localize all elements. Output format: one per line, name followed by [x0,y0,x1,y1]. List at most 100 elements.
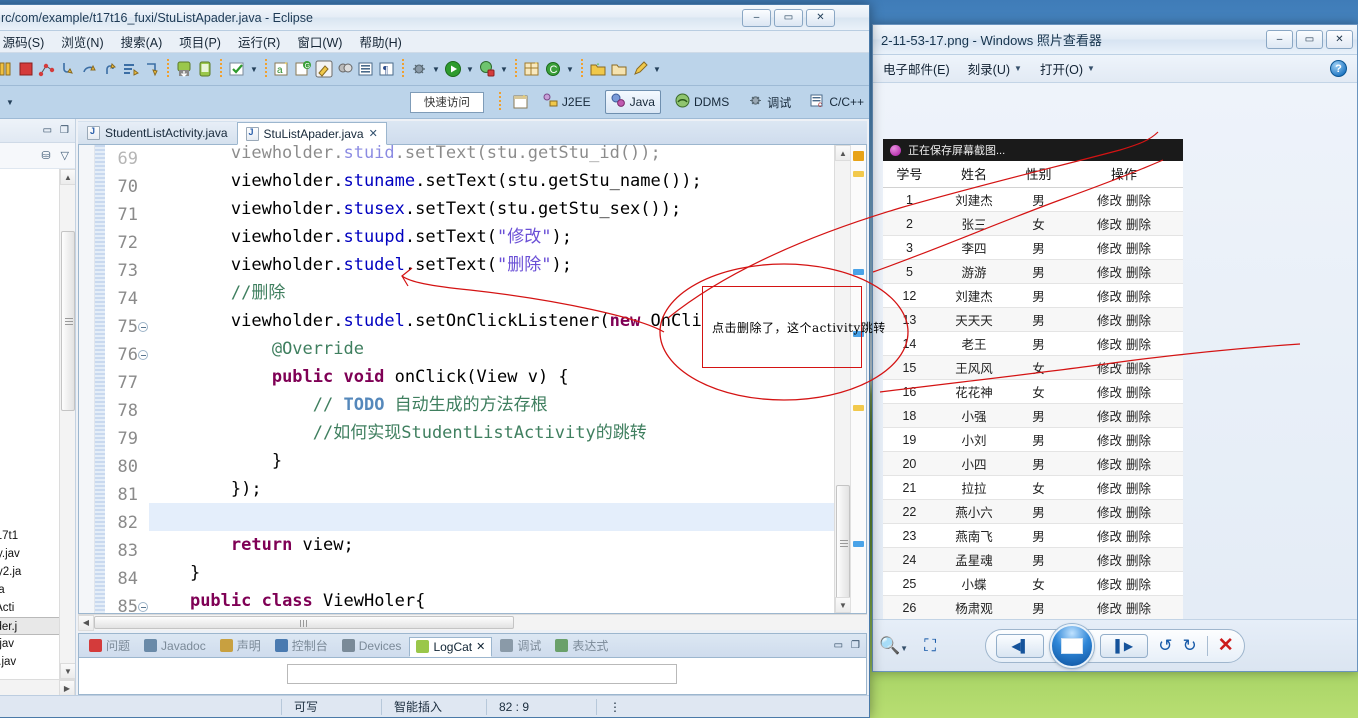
previous-button[interactable]: ◀▌ [996,633,1045,658]
chevron-down-icon[interactable]: ▼ [499,65,509,74]
refresh-icon[interactable]: C [544,60,562,78]
new-android-project-icon[interactable]: a [273,60,291,78]
menu-item-6[interactable]: 窗口(W) [297,32,342,51]
overview-ruler[interactable] [850,145,866,613]
scroll-right-arrow-icon[interactable]: ▶ [59,680,75,695]
slideshow-button[interactable] [1050,623,1095,668]
bottom-view-tab[interactable]: 声明 [214,635,267,656]
chevron-down-icon[interactable]: ▼ [249,65,259,74]
checkmark-icon[interactable] [228,60,246,78]
rotate-left-icon[interactable]: ↺ [1158,636,1172,656]
code-line[interactable]: return view; [149,531,834,559]
new-android-test-icon[interactable]: G [294,60,312,78]
zoom-icon[interactable]: 🔍▼ [879,636,908,656]
android-device-icon[interactable] [196,60,214,78]
quick-access-input[interactable]: 快速访问 [409,91,484,113]
editor-vscrollbar[interactable]: ▲ ▼ [834,145,851,613]
scroll-down-arrow-icon[interactable]: ▼ [835,597,851,613]
new-java-class-icon[interactable] [523,60,541,78]
step-into-icon[interactable] [59,60,77,78]
bottom-view-tab[interactable]: Devices [336,637,408,655]
bottom-view-tab[interactable]: Javadoc [138,637,212,655]
step-return-icon[interactable] [101,60,119,78]
pencil-icon[interactable] [631,60,649,78]
chevron-down-icon[interactable]: ▼ [5,98,15,107]
menu-item-1[interactable]: 源码(S) [3,32,45,51]
breakpoint-graph-icon[interactable] [38,60,56,78]
perspective--[interactable]: 调试 [743,91,796,113]
menu-item-open[interactable]: 打开(O) ▼ [1040,59,1095,78]
chevron-down-icon[interactable]: ▼ [652,65,662,74]
code-line[interactable]: } [149,447,834,475]
code-line[interactable]: viewholder.stuname.setText(stu.getStu_na… [149,167,834,195]
code-editor[interactable]: 697071727374757677787980818283848586 vie… [78,145,867,614]
bottom-view-tab[interactable]: LogCat ✕ [409,636,493,657]
open-folder2-icon[interactable] [610,60,628,78]
menu-item-email[interactable]: 电子邮件(E) [883,59,950,78]
close-icon[interactable]: ✕ [476,640,485,653]
menu-item-5[interactable]: 运行(R) [238,32,280,51]
code-line[interactable]: } [149,559,834,587]
package-explorer-vscrollbar[interactable]: ▲ ▼ [59,169,75,679]
link-with-editor-icon[interactable]: ⛁ [41,149,50,162]
code-line[interactable]: }); [149,475,834,503]
chevron-down-icon[interactable]: ▼ [565,65,575,74]
chevron-down-icon[interactable]: ▼ [465,65,475,74]
scroll-down-arrow-icon[interactable]: ▼ [60,663,75,679]
minimize-button[interactable]: – [742,8,771,27]
pause-icon[interactable] [0,60,14,78]
package-explorer-tree[interactable]: ple.t17t1ctivity.javctivity2.jan.javatLi… [0,169,75,695]
scroll-thumb[interactable] [94,616,514,629]
close-button[interactable]: ✕ [806,8,835,27]
delete-icon[interactable]: ✕ [1218,634,1234,657]
inspect-icon[interactable] [336,60,354,78]
paragraph-icon[interactable]: ¶ [378,60,396,78]
open-folder-icon[interactable] [589,60,607,78]
fit-to-window-icon[interactable]: ⛶ [924,636,936,656]
menu-item-4[interactable]: 项目(P) [179,32,221,51]
view-menu-icon[interactable]: ▽ [61,149,69,162]
editor-tab[interactable]: StuListApader.java ✕ [236,122,387,145]
editor-hscrollbar[interactable]: ◀ [78,614,867,631]
package-explorer-hscrollbar[interactable]: ▶ [0,679,75,695]
perspective-c-c-[interactable]: c C/C++ [805,91,869,113]
scroll-thumb[interactable] [836,485,850,600]
step-filters-icon[interactable] [122,60,140,78]
maximize-view-icon[interactable]: ❐ [60,125,69,136]
maximize-view-icon[interactable]: ❐ [851,640,860,651]
bottom-view-tab[interactable]: 控制台 [269,635,334,656]
step-over-icon[interactable] [80,60,98,78]
scroll-up-arrow-icon[interactable]: ▲ [835,145,851,161]
bottom-view-tab[interactable]: 调试 [494,635,547,656]
bottom-view-tab[interactable]: 表达式 [549,635,614,656]
scroll-up-arrow-icon[interactable]: ▲ [60,169,75,185]
menu-item-2[interactable]: 浏览(N) [61,32,103,51]
code-line[interactable]: viewholder.stuupd.setText("修改"); [149,223,834,251]
stop-icon[interactable] [17,60,35,78]
minimize-button[interactable]: – [1266,30,1293,49]
chevron-down-icon[interactable]: ▼ [431,65,441,74]
perspective-ddms[interactable]: DDMS [670,91,734,113]
close-button[interactable]: ✕ [1326,30,1353,49]
code-line[interactable]: //删除 [149,279,834,307]
android-download-icon[interactable] [175,60,193,78]
annotation-ruler[interactable] [79,145,95,613]
bottom-view-tab[interactable]: 问题 [83,635,136,656]
run-icon[interactable] [444,60,462,78]
rotate-right-icon[interactable]: ↻ [1183,636,1197,656]
outline-icon[interactable] [357,60,375,78]
code-line[interactable]: public void onClick(View v) { [149,363,834,391]
maximize-button[interactable]: ▭ [1296,30,1323,49]
code-line[interactable]: //如何实现StudentListActivity的跳转 [149,419,834,447]
format-brush-icon[interactable] [315,60,333,78]
code-line[interactable]: viewholder.stusex.setText(stu.getStu_sex… [149,195,834,223]
open-perspective-icon[interactable] [512,93,530,111]
code-line[interactable] [149,503,834,531]
editor-tab[interactable]: StudentListActivity.java [78,121,237,144]
help-icon[interactable]: ? [1330,60,1347,77]
menu-item-burn[interactable]: 刻录(U) ▼ [968,59,1022,78]
minimize-view-icon[interactable]: ▭ [43,125,52,136]
debug-icon[interactable] [410,60,428,78]
scroll-left-arrow-icon[interactable]: ◀ [78,614,94,631]
scroll-thumb[interactable] [61,231,75,411]
